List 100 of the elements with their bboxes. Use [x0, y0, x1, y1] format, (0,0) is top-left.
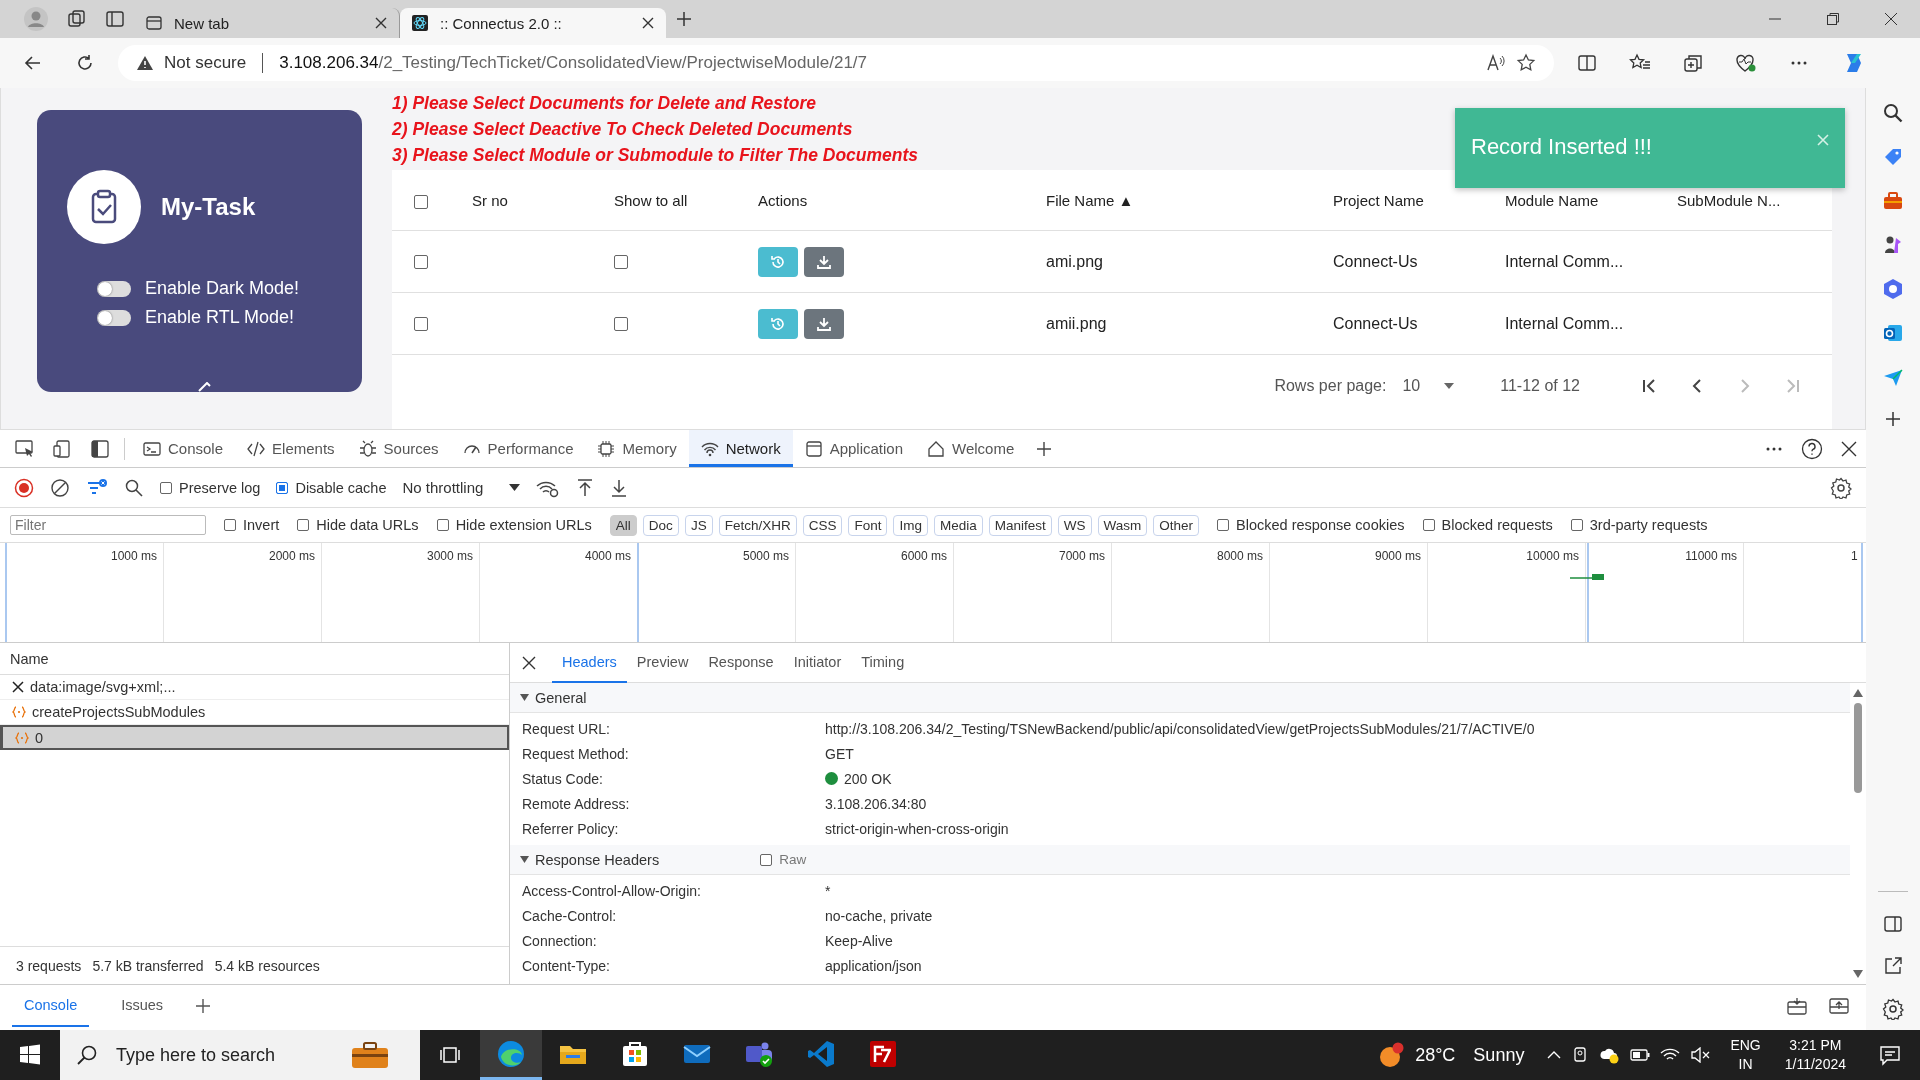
- temperature-text[interactable]: 28°C: [1415, 1044, 1456, 1066]
- taskbar-search-field[interactable]: Type here to search: [60, 1030, 420, 1080]
- filter-checkbox[interactable]: [1422, 519, 1435, 531]
- type-filter-button[interactable]: All: [609, 514, 637, 536]
- select-all-checkbox[interactable]: [414, 194, 428, 209]
- browser-app-icon[interactable]: [480, 1030, 542, 1080]
- device-icon[interactable]: [53, 439, 73, 458]
- external-link-icon[interactable]: [1883, 956, 1903, 976]
- devtools-tab[interactable]: Elements: [235, 430, 347, 467]
- speaker-muted-icon[interactable]: [1690, 1047, 1711, 1063]
- devtools-tab[interactable]: Network: [688, 430, 793, 467]
- restore-icon[interactable]: [1826, 12, 1840, 26]
- scroll-down-icon[interactable]: [1853, 970, 1863, 978]
- task-view-icon[interactable]: [439, 1044, 461, 1066]
- filter-checkbox[interactable]: [436, 519, 449, 531]
- clear-icon[interactable]: [50, 477, 70, 498]
- sidebar-icon[interactable]: [91, 439, 109, 458]
- scroll-up-icon[interactable]: [1853, 689, 1863, 697]
- devtools-tab[interactable]: Memory: [585, 430, 689, 467]
- new-tab-icon[interactable]: [675, 10, 693, 28]
- show-to-all-checkbox[interactable]: [614, 317, 628, 332]
- filter-checkbox[interactable]: [1217, 519, 1230, 531]
- toggle-switch[interactable]: [97, 280, 131, 297]
- section-title[interactable]: General: [535, 689, 587, 706]
- windows-logo-icon[interactable]: [19, 1044, 41, 1066]
- preserve-log-checkbox[interactable]: [160, 481, 172, 494]
- type-filter-button[interactable]: Font: [848, 514, 888, 536]
- details-tab[interactable]: Timing: [851, 642, 915, 683]
- workspaces-icon[interactable]: [67, 9, 87, 29]
- type-filter-button[interactable]: Media: [933, 514, 983, 536]
- clock[interactable]: 3:21 PM 1/11/2024: [1784, 1036, 1846, 1074]
- upload-icon[interactable]: [576, 477, 595, 498]
- toggle-switch[interactable]: [97, 309, 131, 326]
- filter-checkbox[interactable]: [224, 519, 236, 531]
- first-page-icon[interactable]: [1640, 377, 1658, 395]
- devtools-tab[interactable]: Sources: [346, 430, 451, 467]
- mail-app-icon[interactable]: [1882, 322, 1904, 344]
- address-field[interactable]: Not secure 3.108.206.34/2_Testing/TechTicket/ConsolidatedView/ProjectwiseModule/21/7: [118, 45, 1554, 81]
- split-screen-icon[interactable]: [1577, 53, 1597, 73]
- devtools-tab[interactable]: Performance: [450, 430, 586, 467]
- devtools-tab[interactable]: Application: [792, 430, 916, 467]
- type-filter-button[interactable]: Wasm: [1097, 514, 1148, 536]
- read-aloud-icon[interactable]: [1486, 54, 1506, 72]
- type-filter-button[interactable]: Other: [1153, 514, 1200, 536]
- type-filter-button[interactable]: Img: [893, 514, 928, 536]
- hexagon-icon[interactable]: [1882, 278, 1904, 300]
- download-icon[interactable]: [610, 477, 629, 498]
- row-checkbox[interactable]: [414, 317, 428, 332]
- column-header[interactable]: File Name ▲: [1046, 191, 1333, 209]
- filter-checkbox[interactable]: [297, 519, 310, 531]
- battery-icon[interactable]: [1630, 1048, 1651, 1062]
- column-header[interactable]: Sr no: [472, 191, 614, 209]
- close-icon[interactable]: [642, 17, 654, 29]
- notification-icon[interactable]: [1879, 1044, 1901, 1066]
- heart-pulse-icon[interactable]: [1735, 53, 1757, 73]
- type-filter-button[interactable]: JS: [684, 514, 713, 536]
- show-to-all-checkbox[interactable]: [614, 255, 628, 270]
- dock-icon[interactable]: [1828, 996, 1850, 1016]
- filter-checkbox[interactable]: [1570, 519, 1583, 531]
- browser-tab[interactable]: :: Connectus 2.0 ::: [400, 8, 666, 38]
- quick-view-icon[interactable]: [1786, 996, 1808, 1016]
- throttling-select[interactable]: No throttling: [402, 479, 521, 496]
- toolbox-icon[interactable]: [1882, 190, 1904, 212]
- filter-field[interactable]: Filter: [10, 515, 206, 535]
- type-filter-button[interactable]: Doc: [642, 514, 679, 536]
- disable-cache-checkbox[interactable]: [276, 481, 289, 494]
- download-button[interactable]: [804, 246, 844, 277]
- type-filter-button[interactable]: WS: [1057, 514, 1092, 536]
- settings-icon[interactable]: [1830, 476, 1852, 499]
- settings-icon[interactable]: [1882, 998, 1904, 1020]
- details-tab[interactable]: Initiator: [783, 642, 852, 683]
- column-header[interactable]: Module Name: [1505, 191, 1677, 209]
- devtools-tab[interactable]: Welcome: [915, 430, 1027, 467]
- record-icon[interactable]: [14, 477, 34, 498]
- tab-actions-icon[interactable]: [105, 9, 125, 29]
- collections-icon[interactable]: [1683, 53, 1703, 73]
- request-row[interactable]: 0: [0, 725, 509, 750]
- drawer-tab[interactable]: Issues: [109, 985, 176, 1027]
- close-icon[interactable]: [1841, 440, 1857, 457]
- language-indicator[interactable]: ENG IN: [1730, 1036, 1761, 1074]
- search-icon[interactable]: [1882, 102, 1904, 124]
- column-header[interactable]: SubModule N...: [1677, 191, 1827, 209]
- column-header[interactable]: Show to all: [614, 191, 758, 209]
- expand-arrow-icon[interactable]: [520, 693, 529, 702]
- rows-per-page-select[interactable]: 10: [1402, 377, 1455, 395]
- weather-condition[interactable]: Sunny: [1473, 1044, 1525, 1066]
- column-header[interactable]: Name: [0, 643, 509, 675]
- request-row[interactable]: data:image/svg+xml;...: [0, 675, 509, 700]
- weather-icon[interactable]: [1377, 1041, 1406, 1069]
- drawer-tab[interactable]: Console: [12, 985, 90, 1027]
- inspect-icon[interactable]: [15, 439, 35, 458]
- cloud-warning-icon[interactable]: [1600, 1046, 1621, 1064]
- details-tab[interactable]: Response: [698, 642, 784, 683]
- scrollbar-thumb[interactable]: [1854, 703, 1862, 793]
- raw-checkbox[interactable]: [760, 853, 773, 866]
- reload-icon[interactable]: [75, 53, 95, 73]
- download-button[interactable]: [804, 308, 844, 339]
- close-icon[interactable]: [522, 655, 536, 670]
- star-icon[interactable]: [1516, 53, 1536, 73]
- add-tab-icon[interactable]: [1035, 439, 1054, 458]
